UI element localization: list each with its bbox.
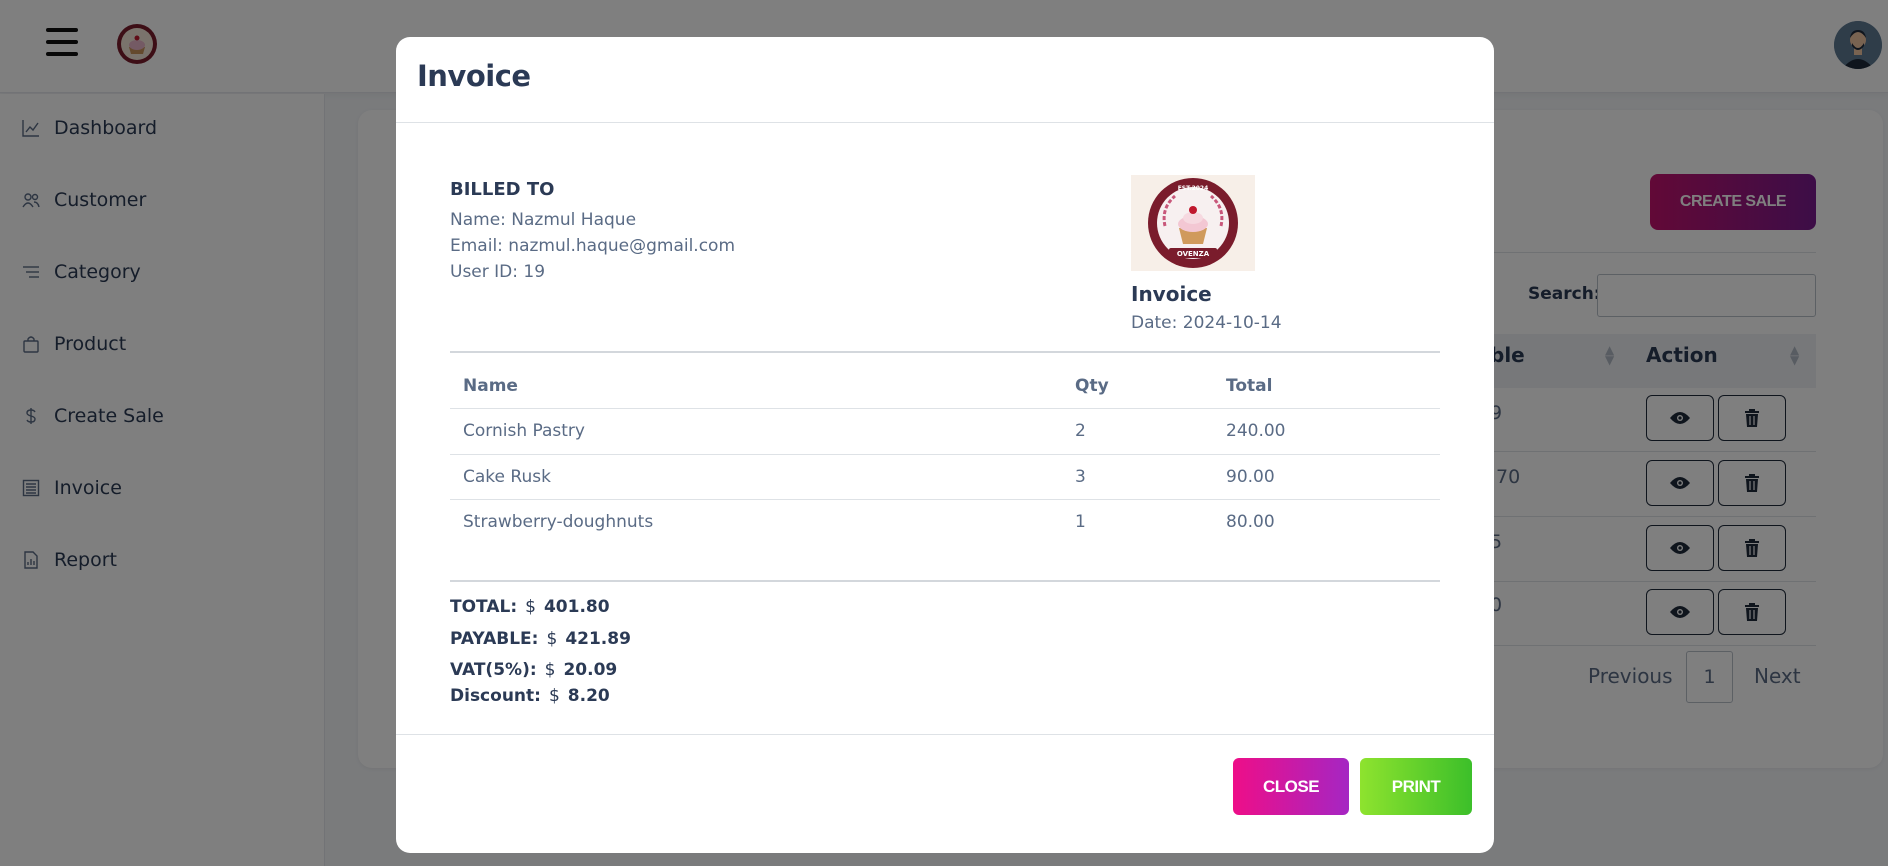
row-divider	[450, 499, 1440, 500]
print-button[interactable]: PRINT	[1360, 758, 1472, 815]
summary-value: 401.80	[543, 597, 610, 617]
currency-symbol: $	[546, 629, 558, 649]
column-header-name: Name	[463, 376, 518, 396]
modal-title: Invoice	[417, 59, 531, 93]
summary-label: PAYABLE:	[450, 629, 539, 649]
close-button[interactable]: CLOSE	[1233, 758, 1349, 815]
item-name: Strawberry-doughnuts	[463, 512, 654, 532]
currency-symbol: $	[544, 660, 556, 680]
currency-symbol: $	[548, 686, 560, 706]
invoice-date: Date: 2024-10-14	[1131, 313, 1282, 333]
modal-header: Invoice	[396, 37, 1494, 123]
summary-total: TOTAL: $ 401.80	[450, 597, 610, 617]
item-qty: 3	[1075, 467, 1086, 487]
invoice-logo: EST.2024 OVENZA	[1131, 175, 1255, 271]
summary-label: VAT(5%):	[450, 660, 537, 680]
summary-value: 8.20	[567, 686, 610, 706]
item-qty: 1	[1075, 512, 1086, 532]
item-name: Cake Rusk	[463, 467, 551, 487]
column-header-qty: Qty	[1075, 376, 1109, 396]
currency-symbol: $	[525, 597, 536, 617]
bakery-logo-icon: EST.2024 OVENZA	[1148, 178, 1238, 268]
divider	[450, 580, 1440, 582]
invoice-modal: Invoice BILLED TO Name: Nazmul Haque Ema…	[396, 37, 1494, 853]
divider	[450, 351, 1440, 353]
summary-discount: Discount: $ 8.20	[450, 686, 610, 706]
item-qty: 2	[1075, 421, 1086, 441]
invoice-heading: Invoice	[1131, 282, 1212, 306]
item-total: 80.00	[1226, 512, 1275, 532]
summary-value: 421.89	[565, 629, 631, 649]
customer-name: Name: Nazmul Haque	[450, 210, 637, 230]
summary-label: Discount:	[450, 686, 541, 706]
summary-payable: PAYABLE: $ 421.89	[450, 629, 631, 649]
item-total: 90.00	[1226, 467, 1275, 487]
column-header-total: Total	[1226, 376, 1273, 396]
row-divider	[450, 408, 1440, 409]
summary-vat: VAT(5%): $ 20.09	[450, 660, 617, 680]
logo-top-text: EST.2024	[1178, 185, 1209, 192]
item-total: 240.00	[1226, 421, 1286, 441]
customer-email: Email: nazmul.haque@gmail.com	[450, 236, 736, 256]
summary-value: 20.09	[563, 660, 618, 680]
row-divider	[450, 454, 1440, 455]
billed-to-heading: BILLED TO	[450, 179, 555, 200]
logo-bottom-text: OVENZA	[1177, 250, 1210, 258]
customer-user-id: User ID: 19	[450, 262, 546, 282]
modal-footer-divider	[396, 734, 1494, 735]
item-name: Cornish Pastry	[463, 421, 585, 441]
summary-label: TOTAL:	[450, 597, 518, 617]
